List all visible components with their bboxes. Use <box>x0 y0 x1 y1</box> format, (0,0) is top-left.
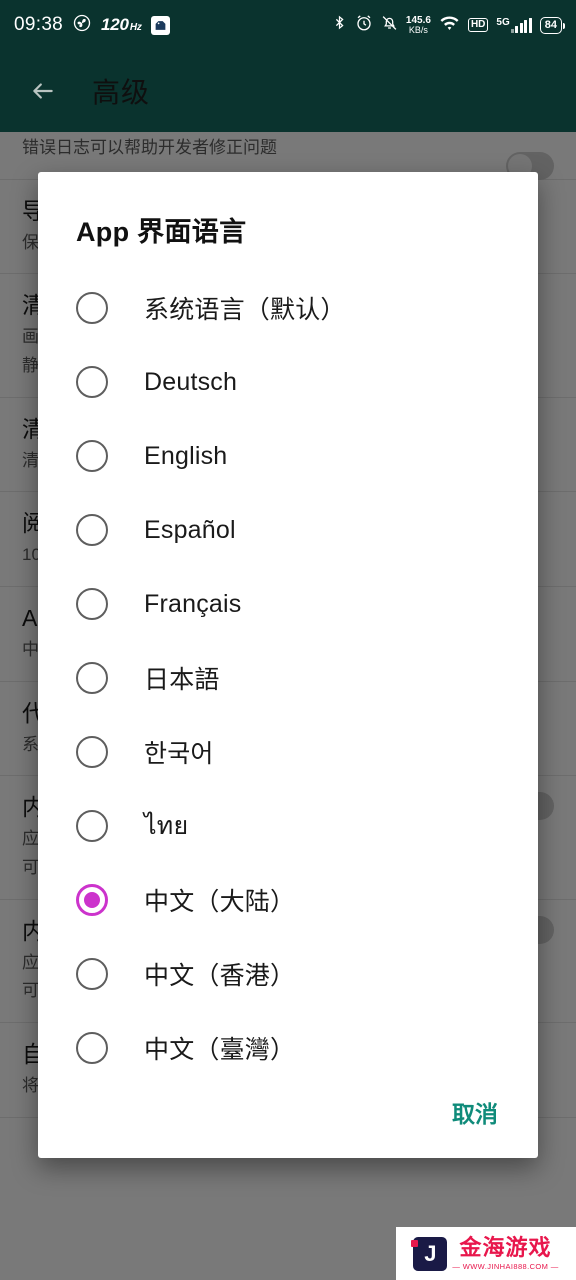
language-option-english[interactable]: English <box>38 419 538 493</box>
hd-icon: HD <box>467 18 489 32</box>
language-option-label: English <box>144 441 228 470</box>
radio-button[interactable] <box>76 736 108 768</box>
radio-button[interactable] <box>76 588 108 620</box>
radio-button[interactable] <box>76 662 108 694</box>
status-clock: 09:38 <box>14 14 64 35</box>
bluetooth-icon <box>332 13 347 37</box>
language-dialog: App 界面语言 系统语言（默认） Deutsch English Españo… <box>38 172 538 1158</box>
radio-button[interactable] <box>76 514 108 546</box>
language-option-espanol[interactable]: Español <box>38 493 538 567</box>
language-option-chinese-taiwan[interactable]: 中文（臺灣） <box>38 1011 538 1085</box>
language-option-label: 中文（香港） <box>144 962 296 990</box>
app-notification-icon <box>150 15 170 35</box>
status-bar: 09:38 120 Hz 145.6 KB/s HD 5G 84 <box>0 0 576 50</box>
language-option-label: Español <box>144 515 236 544</box>
radio-button[interactable] <box>76 366 108 398</box>
dialog-action-bar: 取消 <box>38 1085 538 1158</box>
radio-button[interactable] <box>76 958 108 990</box>
bell-muted-icon <box>381 14 398 37</box>
watermark-text: 金海游戏 — WWW.JINHAI888.COM — <box>452 1236 558 1270</box>
refresh-rate-value: 120 <box>101 15 129 34</box>
language-option-list: 系统语言（默认） Deutsch English Español Françai… <box>38 267 538 1085</box>
fan-icon <box>72 13 92 38</box>
language-option-label: 日本語 <box>144 666 220 694</box>
language-option-system[interactable]: 系统语言（默认） <box>38 271 538 345</box>
alarm-clock-icon <box>355 14 373 37</box>
language-option-label: 中文（大陆） <box>144 888 296 916</box>
radio-button[interactable] <box>76 810 108 842</box>
watermark-mark-icon: J <box>411 1236 448 1271</box>
radio-button[interactable] <box>76 292 108 324</box>
language-option-label: ไทย <box>144 812 189 840</box>
network-speed-indicator: 145.6 KB/s <box>405 14 431 35</box>
refresh-rate-indicator: 120 Hz <box>101 15 142 35</box>
network-type-label: 5G <box>496 17 510 28</box>
language-option-deutsch[interactable]: Deutsch <box>38 345 538 419</box>
network-speed-unit: KB/s <box>408 24 428 35</box>
watermark-name: 金海游戏 <box>459 1235 552 1261</box>
radio-button-selected[interactable] <box>76 884 108 916</box>
dialog-title: App 界面语言 <box>76 217 247 247</box>
watermark-logo: J 金海游戏 — WWW.JINHAI888.COM — <box>396 1227 576 1280</box>
watermark-url: — WWW.JINHAI888.COM — <box>452 1261 559 1271</box>
language-option-label: 系统语言（默认） <box>144 296 346 324</box>
language-option-label: Français <box>144 589 242 618</box>
language-option-thai[interactable]: ไทย <box>38 789 538 863</box>
radio-button[interactable] <box>76 440 108 472</box>
cancel-button[interactable]: 取消 <box>446 1085 504 1139</box>
language-option-francais[interactable]: Français <box>38 567 538 641</box>
language-option-label: Deutsch <box>144 367 238 396</box>
wifi-icon <box>439 14 460 37</box>
language-option-japanese[interactable]: 日本語 <box>38 641 538 715</box>
refresh-rate-unit: Hz <box>129 22 142 33</box>
language-option-label: 中文（臺灣） <box>144 1036 296 1064</box>
app-bar: 高级 <box>0 50 576 132</box>
language-option-korean[interactable]: 한국어 <box>38 715 538 789</box>
page-title: 高级 <box>92 77 151 108</box>
phone-screen: 错误日志可以帮助开发者修正问题 导出日志 保存日志文件到本地存储 清除图片缓存 … <box>0 0 576 1280</box>
back-arrow-icon[interactable] <box>22 70 64 112</box>
language-option-label: 한국어 <box>144 740 214 768</box>
battery-indicator: 84 <box>539 16 566 34</box>
signal-bars-icon: 5G <box>496 17 532 33</box>
radio-button[interactable] <box>76 1032 108 1064</box>
network-speed-value: 145.6 <box>405 14 431 26</box>
language-option-chinese-hongkong[interactable]: 中文（香港） <box>38 937 538 1011</box>
language-option-chinese-mainland[interactable]: 中文（大陆） <box>38 863 538 937</box>
